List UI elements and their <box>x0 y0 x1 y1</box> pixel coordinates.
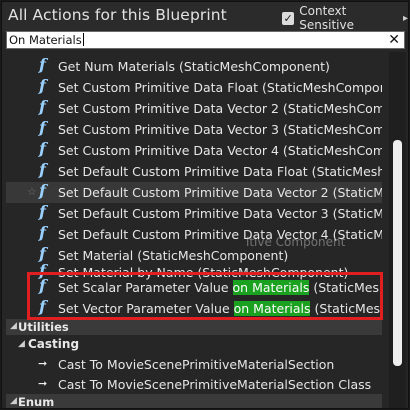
cast-icon: ➞ <box>38 357 48 370</box>
dropdown-arrow-icon[interactable]: ▸ <box>403 13 408 24</box>
label-prefix: Set Vector Parameter Value <box>58 301 234 316</box>
list-item[interactable]: f Set Default Custom Primitive Data Floa… <box>6 161 382 182</box>
category-utilities[interactable]: ◢ Utilities <box>6 319 382 335</box>
list-item[interactable]: f Set Custom Primitive Data Vector 4 (St… <box>6 140 382 161</box>
action-label: Set Custom Primitive Data Float (StaticM… <box>58 80 382 95</box>
list-scrollbar[interactable] <box>389 52 406 408</box>
text-caret <box>83 33 84 46</box>
action-label: Set Default Custom Primitive Data Vector… <box>58 206 382 221</box>
label-suffix: (StaticMeshCor <box>314 301 382 316</box>
action-label: Set Material (StaticMeshComponent) <box>58 248 289 263</box>
subcategory-label: Casting <box>28 337 80 351</box>
context-sensitive-label: Context Sensitive <box>299 4 354 32</box>
action-label: Set Custom Primitive Data Vector 4 (Stat… <box>58 143 382 158</box>
function-icon: f <box>39 140 46 158</box>
action-list: f Get Num Materials (StaticMeshComponent… <box>6 52 382 409</box>
search-box[interactable]: ✕ <box>6 31 405 49</box>
list-item[interactable]: ➞ Cast To MovieScenePrimitiveMaterialSec… <box>6 374 382 395</box>
favorite-star-icon[interactable]: ☆ <box>27 185 37 198</box>
list-item[interactable]: f Set Custom Primitive Data Float (Stati… <box>6 77 382 98</box>
function-icon: f <box>39 203 46 221</box>
label-prefix: Set Scalar Parameter Value <box>58 280 233 295</box>
function-icon: f <box>39 56 46 74</box>
list-item[interactable]: f Set Scalar Parameter Value on Material… <box>6 277 382 298</box>
function-icon: f <box>39 277 46 295</box>
search-match-highlight: on Materials <box>233 301 311 316</box>
action-label: Set Custom Primitive Data Vector 2 (Stat… <box>58 101 382 116</box>
action-label: Get Num Materials (StaticMeshComponent) <box>58 59 330 74</box>
cast-label: Cast To MovieScenePrimitiveMaterialSecti… <box>58 377 372 392</box>
list-item[interactable]: f Set Custom Primitive Data Vector 2 (St… <box>6 98 382 119</box>
search-match-highlight: on Materials <box>232 280 310 295</box>
action-label: Set Default Custom Primitive Data Float … <box>58 164 382 179</box>
list-item[interactable]: f Set Default Custom Primitive Data Vect… <box>6 203 382 224</box>
search-input[interactable] <box>9 32 369 48</box>
check-icon: ✓ <box>283 11 293 25</box>
expand-arrow-icon: ◢ <box>10 396 17 406</box>
action-label: Set Vector Parameter Value on Materials … <box>58 301 382 316</box>
cast-label: Cast To MovieScenePrimitiveMaterialSecti… <box>58 357 335 372</box>
function-icon: f <box>39 119 46 137</box>
menu-header: All Actions for this Blueprint ✓ Context… <box>2 2 408 32</box>
category-label: Utilities <box>18 320 69 334</box>
list-item[interactable]: f Get Num Materials (StaticMeshComponent… <box>6 56 382 77</box>
subcategory-casting[interactable]: ◢ Casting <box>6 335 382 356</box>
expand-arrow-icon: ◢ <box>10 321 17 331</box>
list-item[interactable]: ➞ Cast To MovieScenePrimitiveMaterialSec… <box>6 354 382 375</box>
function-icon: f <box>39 161 46 179</box>
label-suffix: (StaticMeshCor <box>313 280 382 295</box>
scrollbar-thumb[interactable] <box>393 140 402 366</box>
action-menu-window: All Actions for this Blueprint ✓ Context… <box>1 1 409 409</box>
function-icon: f <box>39 298 46 316</box>
action-label: Set Scalar Parameter Value on Materials … <box>58 280 382 295</box>
action-label: Set Default Custom Primitive Data Vector… <box>58 185 382 200</box>
list-item[interactable]: f Set Vector Parameter Value on Material… <box>6 298 382 319</box>
category-label: Enum <box>18 395 55 409</box>
action-label: Set Custom Primitive Data Vector 3 (Stat… <box>58 122 382 137</box>
function-icon: f <box>39 182 46 200</box>
menu-title: All Actions for this Blueprint <box>8 6 227 24</box>
function-icon: f <box>39 245 46 263</box>
function-icon: f <box>39 98 46 116</box>
list-item[interactable]: f Set Custom Primitive Data Vector 3 (St… <box>6 119 382 140</box>
category-enum[interactable]: ◢ Enum <box>6 394 382 409</box>
cast-icon: ➞ <box>38 377 48 390</box>
function-icon: f <box>39 77 46 95</box>
context-sensitive-checkbox[interactable]: ✓ <box>282 11 295 25</box>
list-item-hovered[interactable]: ☆ f Set Default Custom Primitive Data Ve… <box>6 182 382 203</box>
clear-search-icon[interactable]: ✕ <box>388 32 400 48</box>
expand-arrow-icon: ◢ <box>18 339 25 349</box>
context-sensitive-toggle[interactable]: ✓ Context Sensitive ▸ <box>282 4 408 32</box>
function-icon: f <box>39 224 46 242</box>
